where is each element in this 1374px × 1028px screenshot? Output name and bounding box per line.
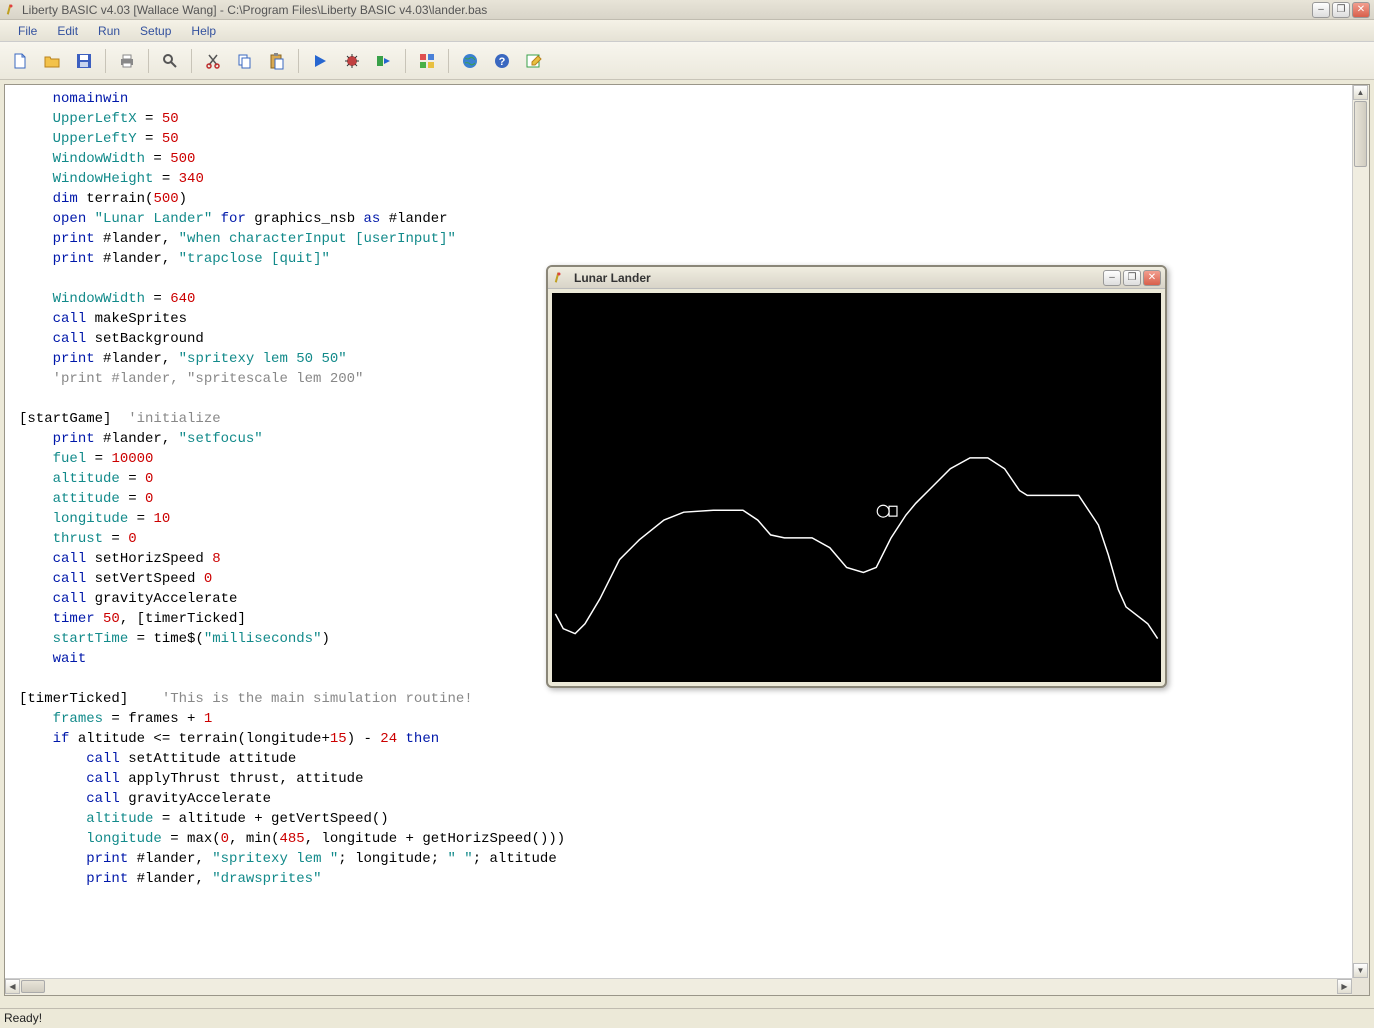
paste-icon[interactable] xyxy=(263,47,291,75)
lunar-titlebar[interactable]: Lunar Lander – ❐ ✕ xyxy=(548,267,1165,289)
run-to-icon[interactable] xyxy=(370,47,398,75)
scroll-up-icon[interactable]: ▲ xyxy=(1353,85,1368,100)
menu-edit[interactable]: Edit xyxy=(47,21,88,41)
open-file-icon[interactable] xyxy=(38,47,66,75)
statusbar: Ready! xyxy=(0,1008,1374,1028)
world-icon[interactable] xyxy=(456,47,484,75)
terrain-graphic xyxy=(552,293,1161,682)
cut-icon[interactable] xyxy=(199,47,227,75)
app-icon xyxy=(4,3,18,17)
menu-help[interactable]: Help xyxy=(181,21,226,41)
debug-icon[interactable] xyxy=(338,47,366,75)
edit-icon[interactable] xyxy=(520,47,548,75)
lunar-maximize-button[interactable]: ❐ xyxy=(1123,270,1141,286)
menu-setup[interactable]: Setup xyxy=(130,21,181,41)
window-title: Liberty BASIC v4.03 [Wallace Wang] - C:\… xyxy=(22,3,1312,17)
hscroll-thumb[interactable] xyxy=(21,980,45,993)
copy-icon[interactable] xyxy=(231,47,259,75)
status-text: Ready! xyxy=(4,1011,42,1025)
window-controls: – ❐ ✕ xyxy=(1312,2,1370,18)
scroll-left-icon[interactable]: ◀ xyxy=(5,979,20,994)
lunar-title: Lunar Lander xyxy=(574,271,1103,285)
svg-text:?: ? xyxy=(499,56,506,68)
scroll-right-icon[interactable]: ▶ xyxy=(1337,979,1352,994)
lunar-minimize-button[interactable]: – xyxy=(1103,270,1121,286)
save-icon[interactable] xyxy=(70,47,98,75)
toolbar: ? xyxy=(0,42,1374,80)
lander-sprite xyxy=(877,505,897,517)
scroll-down-icon[interactable]: ▼ xyxy=(1353,963,1368,978)
toolbar-separator xyxy=(405,49,406,73)
help-icon[interactable]: ? xyxy=(488,47,516,75)
menu-run[interactable]: Run xyxy=(88,21,130,41)
maximize-button[interactable]: ❐ xyxy=(1332,2,1350,18)
toolbar-separator xyxy=(105,49,106,73)
minimize-button[interactable]: – xyxy=(1312,2,1330,18)
new-file-icon[interactable] xyxy=(6,47,34,75)
vertical-scrollbar[interactable]: ▲ ▼ xyxy=(1352,85,1369,978)
horizontal-scrollbar[interactable]: ◀ ▶ xyxy=(5,978,1352,995)
toolbar-separator xyxy=(298,49,299,73)
print-icon[interactable] xyxy=(113,47,141,75)
form-icon[interactable] xyxy=(413,47,441,75)
toolbar-separator xyxy=(191,49,192,73)
scroll-corner xyxy=(1352,978,1369,995)
find-icon[interactable] xyxy=(156,47,184,75)
vscroll-thumb[interactable] xyxy=(1354,101,1367,167)
main-titlebar: Liberty BASIC v4.03 [Wallace Wang] - C:\… xyxy=(0,0,1374,20)
menubar: File Edit Run Setup Help xyxy=(0,20,1374,42)
menu-file[interactable]: File xyxy=(8,21,47,41)
lunar-close-button[interactable]: ✕ xyxy=(1143,270,1161,286)
lunar-lander-window[interactable]: Lunar Lander – ❐ ✕ xyxy=(546,265,1167,688)
close-button[interactable]: ✕ xyxy=(1352,2,1370,18)
toolbar-separator xyxy=(448,49,449,73)
lunar-app-icon xyxy=(552,271,566,285)
run-icon[interactable] xyxy=(306,47,334,75)
lunar-canvas[interactable] xyxy=(552,293,1161,682)
toolbar-separator xyxy=(148,49,149,73)
